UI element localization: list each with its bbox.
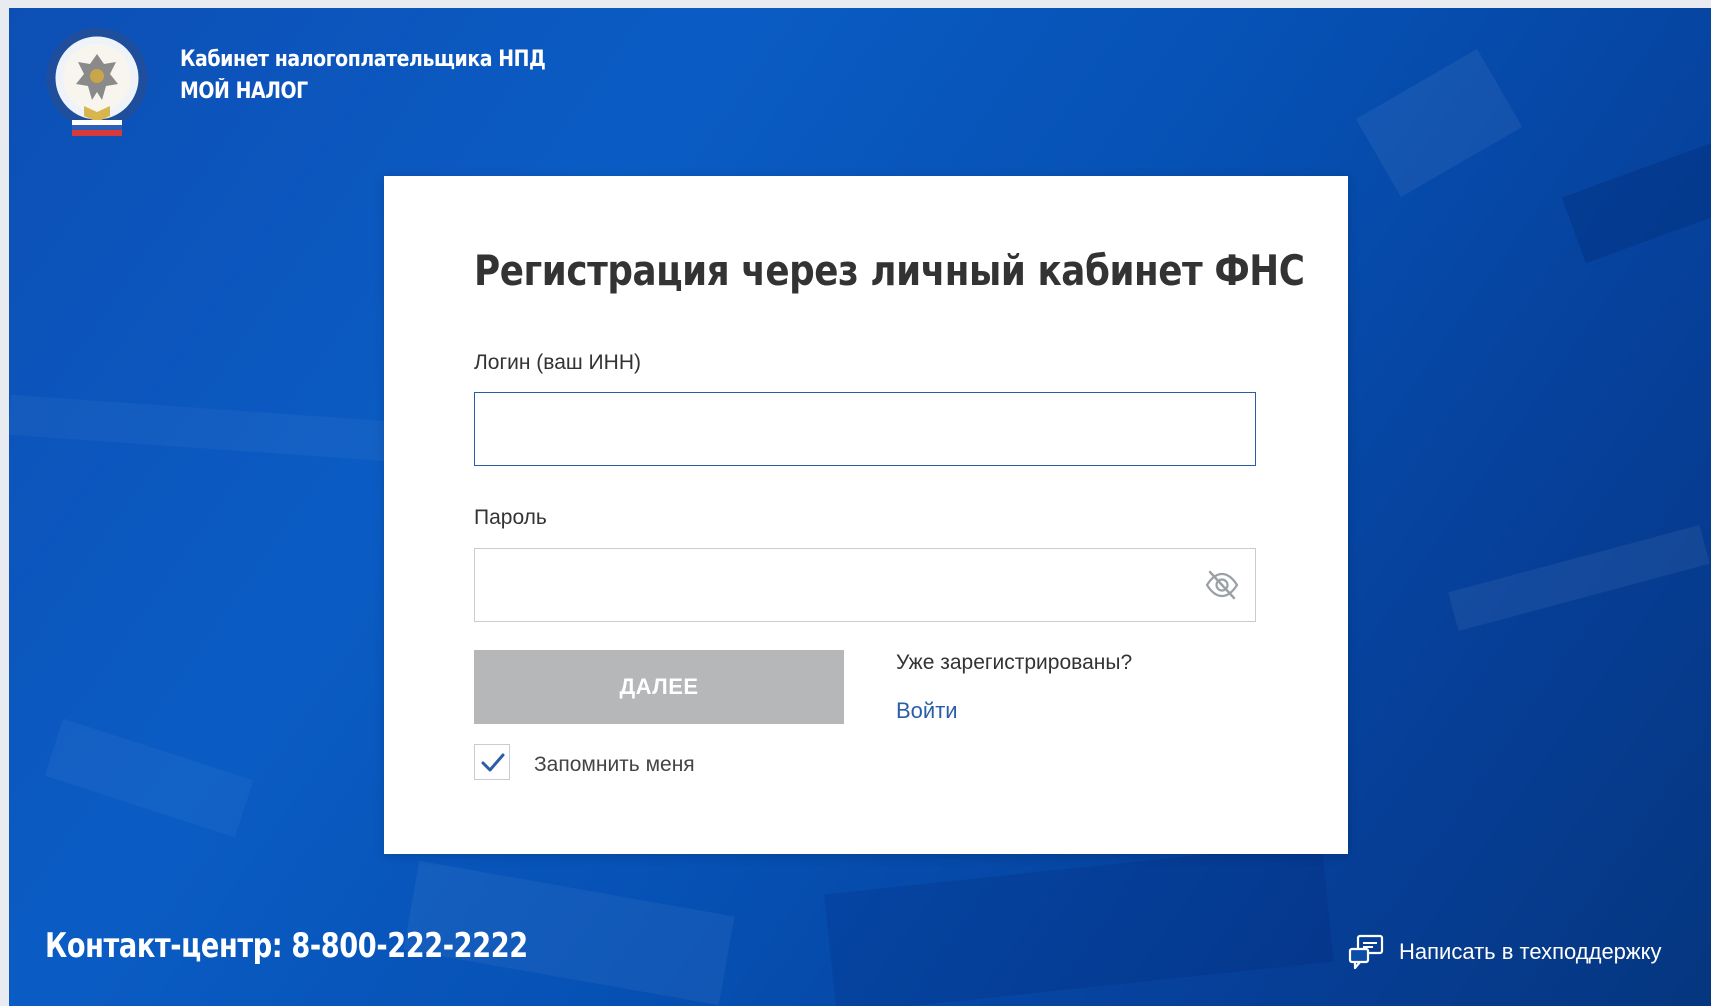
page-background: Кабинет налогоплательщика НПД МОЙ НАЛОГ … [9, 8, 1711, 1006]
support-link[interactable]: Написать в техподдержку [1347, 933, 1662, 971]
login-input[interactable] [474, 392, 1256, 466]
remember-me-label: Запомнить меня [534, 753, 695, 776]
decorative-shape [1561, 142, 1711, 264]
checkmark-icon [481, 753, 505, 772]
remember-me-checkbox[interactable] [474, 744, 510, 780]
support-label: Написать в техподдержку [1399, 939, 1662, 964]
decorative-shape [1448, 525, 1710, 631]
form-title: Регистрация через личный кабинет ФНС [474, 246, 1305, 295]
password-label: Пароль [474, 506, 547, 529]
fns-emblem-icon [46, 28, 148, 136]
registration-card: Регистрация через личный кабинет ФНС Лог… [384, 176, 1348, 854]
brand-title: Кабинет налогоплательщика НПД МОЙ НАЛОГ [180, 44, 605, 108]
brand-title-line1: Кабинет налогоплательщика НПД [180, 47, 546, 72]
decorative-shape [1355, 49, 1523, 197]
password-input[interactable] [474, 548, 1256, 622]
next-button[interactable]: ДАЛЕЕ [474, 650, 844, 724]
chat-support-icon [1348, 934, 1384, 970]
eye-off-icon[interactable] [1204, 567, 1240, 603]
already-registered-text: Уже зарегистрированы? [896, 651, 1133, 674]
decorative-shape [44, 718, 254, 838]
login-label: Логин (ваш ИНН) [474, 351, 641, 374]
login-link[interactable]: Войти [896, 698, 958, 724]
decorative-shape [824, 842, 1334, 1006]
contact-center: Контакт-центр: 8-800-222-2222 [45, 926, 528, 966]
decorative-shape [9, 394, 390, 462]
brand-title-line2: МОЙ НАЛОГ [180, 79, 308, 104]
